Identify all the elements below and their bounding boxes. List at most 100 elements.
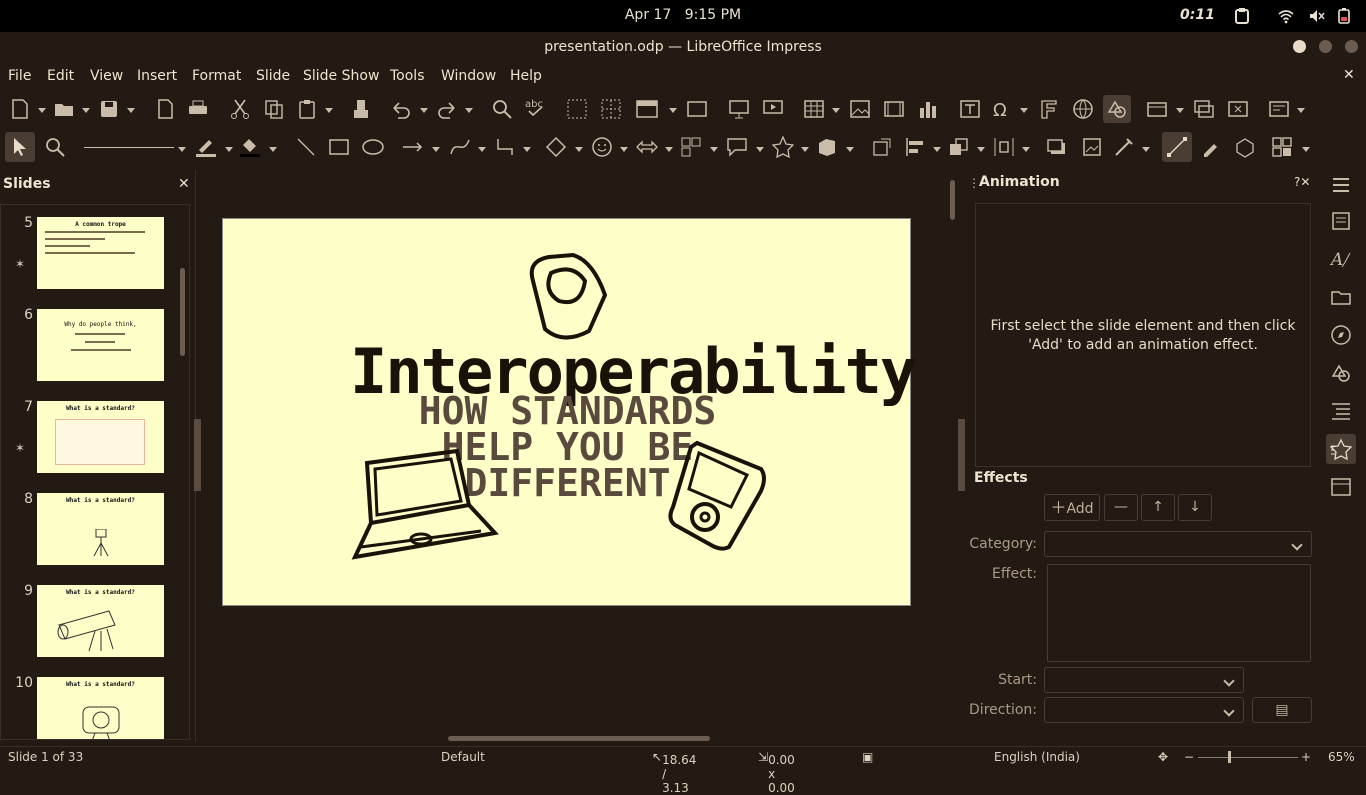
zoom-out-icon[interactable]: − [1184, 750, 1194, 764]
master-name[interactable]: Default [441, 750, 485, 764]
properties-icon[interactable] [1330, 210, 1352, 232]
line-color-dropdown[interactable] [225, 145, 233, 153]
table-dropdown[interactable] [832, 106, 840, 114]
fit-slide-icon[interactable]: ✥ [1158, 750, 1168, 764]
zoom-level[interactable]: 65% [1328, 750, 1355, 764]
connector-tool-icon[interactable] [494, 136, 516, 158]
copy-icon[interactable] [263, 98, 285, 120]
menu-slide-show[interactable]: Slide Show [303, 68, 379, 84]
music-player-drawing[interactable] [667, 437, 769, 553]
crop-image-icon[interactable] [1081, 136, 1103, 158]
export-pdf-icon[interactable] [154, 98, 176, 120]
display-views-dropdown[interactable] [669, 106, 677, 114]
direction-select[interactable] [1044, 697, 1244, 723]
callout-shapes-icon[interactable] [726, 136, 748, 158]
speaker-muted-icon[interactable] [1309, 8, 1325, 24]
start-select[interactable] [1044, 667, 1244, 693]
symbol-shapes-dropdown[interactable] [620, 145, 628, 153]
points-icon[interactable] [1162, 132, 1192, 162]
menu-slide[interactable]: Slide [256, 68, 290, 84]
chart-icon[interactable] [917, 98, 939, 120]
basic-shapes-icon[interactable] [545, 136, 567, 158]
close-window-button[interactable] [1345, 40, 1358, 53]
close-slides-pane-icon[interactable]: ✕ [178, 176, 190, 192]
remove-effect-button[interactable]: — [1104, 494, 1138, 521]
hyperlink-icon[interactable] [1072, 98, 1094, 120]
menu-window[interactable]: Window [441, 68, 496, 84]
wifi-icon[interactable] [1278, 8, 1294, 24]
arrange-dropdown[interactable] [977, 145, 985, 153]
connectors-dropdown[interactable] [523, 145, 531, 153]
move-up-button[interactable]: ↑ [1141, 494, 1175, 521]
language-indicator[interactable]: English (India) [994, 750, 1080, 764]
duplicate-slide-icon[interactable] [1193, 98, 1215, 120]
rectangle-tool-icon[interactable] [328, 136, 350, 158]
menu-tools[interactable]: Tools [390, 68, 425, 84]
slide-thumbnail-9[interactable]: What is a standard? [37, 585, 164, 657]
slides-pane-scrollbar[interactable] [180, 268, 185, 356]
block-arrows-icon[interactable] [636, 136, 658, 158]
start-current-slide-icon[interactable] [762, 98, 784, 120]
curve-tool-icon[interactable] [449, 136, 471, 158]
minimize-button[interactable] [1293, 40, 1306, 53]
close-document-icon[interactable]: ✕ [1343, 67, 1355, 83]
spelling-icon[interactable]: abc [525, 96, 547, 118]
navigator-icon[interactable] [1330, 324, 1352, 346]
line-style-dropdown[interactable] [178, 145, 186, 153]
slide-thumbnail-7[interactable]: What is a standard? [37, 401, 164, 473]
master-slides-icon[interactable] [1330, 476, 1352, 498]
display-views-icon[interactable] [636, 98, 658, 120]
redo-icon[interactable] [436, 98, 458, 120]
master-slide-icon[interactable] [686, 98, 708, 120]
helplines-icon[interactable] [600, 98, 622, 120]
stars-dropdown[interactable] [801, 145, 809, 153]
fill-color-icon[interactable] [239, 136, 261, 158]
show-draw-functions-icon[interactable] [1103, 95, 1131, 123]
zoom-slider[interactable] [1198, 757, 1298, 758]
callout-dropdown[interactable] [756, 145, 764, 153]
ellipse-tool-icon[interactable] [362, 136, 384, 158]
styles-icon[interactable]: A [1329, 248, 1352, 270]
block-arrows-dropdown[interactable] [665, 145, 673, 153]
slide-thumbnail-8[interactable]: What is a standard? [37, 493, 164, 565]
table-icon[interactable] [803, 98, 825, 120]
symbol-shapes-icon[interactable] [591, 136, 613, 158]
3d-objects-dropdown[interactable] [846, 145, 854, 153]
slide-canvas[interactable]: Interoperability HOW STANDARDS HELP YOU … [222, 218, 917, 606]
laptop-drawing[interactable] [351, 447, 501, 571]
media-icon[interactable] [883, 98, 905, 120]
3d-objects-icon[interactable] [816, 136, 838, 158]
effect-list[interactable] [1047, 564, 1311, 662]
new-dropdown[interactable] [38, 106, 46, 114]
open-dropdown[interactable] [82, 106, 90, 114]
canvas-horizontal-scrollbar[interactable] [448, 736, 710, 741]
menu-edit[interactable]: Edit [47, 68, 74, 84]
slide-thumbnail-6[interactable]: Why do people think, [37, 309, 164, 381]
new-document-icon[interactable] [9, 98, 31, 120]
clone-formatting-icon[interactable] [350, 98, 372, 120]
move-down-button[interactable]: ↓ [1178, 494, 1212, 521]
special-character-icon[interactable]: Ω [991, 98, 1013, 121]
shapes-icon[interactable] [1330, 362, 1352, 384]
maximize-button[interactable] [1319, 40, 1332, 53]
filter-icon[interactable] [1113, 136, 1135, 158]
distribute-icon[interactable] [993, 136, 1015, 158]
print-icon[interactable] [187, 98, 209, 120]
undo-dropdown[interactable] [420, 106, 428, 114]
panel-help-close[interactable]: ?✕ [1294, 175, 1310, 189]
toggle-extrusion-icon[interactable] [1234, 136, 1256, 158]
flowchart-dropdown[interactable] [710, 145, 718, 153]
save-dropdown[interactable] [127, 106, 135, 114]
flowchart-icon[interactable] [680, 136, 702, 158]
text-box-icon[interactable] [959, 98, 981, 120]
paste-icon[interactable] [297, 98, 319, 120]
slide-thumbnail-10[interactable]: What is a standard? [37, 677, 164, 739]
fill-color-dropdown[interactable] [269, 145, 277, 153]
effect-options-button[interactable]: ▤ [1252, 697, 1312, 723]
start-first-slide-icon[interactable] [728, 98, 750, 120]
recording-timer[interactable]: 0:11 [1180, 7, 1215, 23]
delete-slide-icon[interactable] [1227, 98, 1249, 120]
clipboard-icon[interactable] [1234, 8, 1250, 24]
zoom-in-icon[interactable]: + [1301, 750, 1311, 764]
toggle-point-edit-icon[interactable] [1200, 136, 1222, 158]
